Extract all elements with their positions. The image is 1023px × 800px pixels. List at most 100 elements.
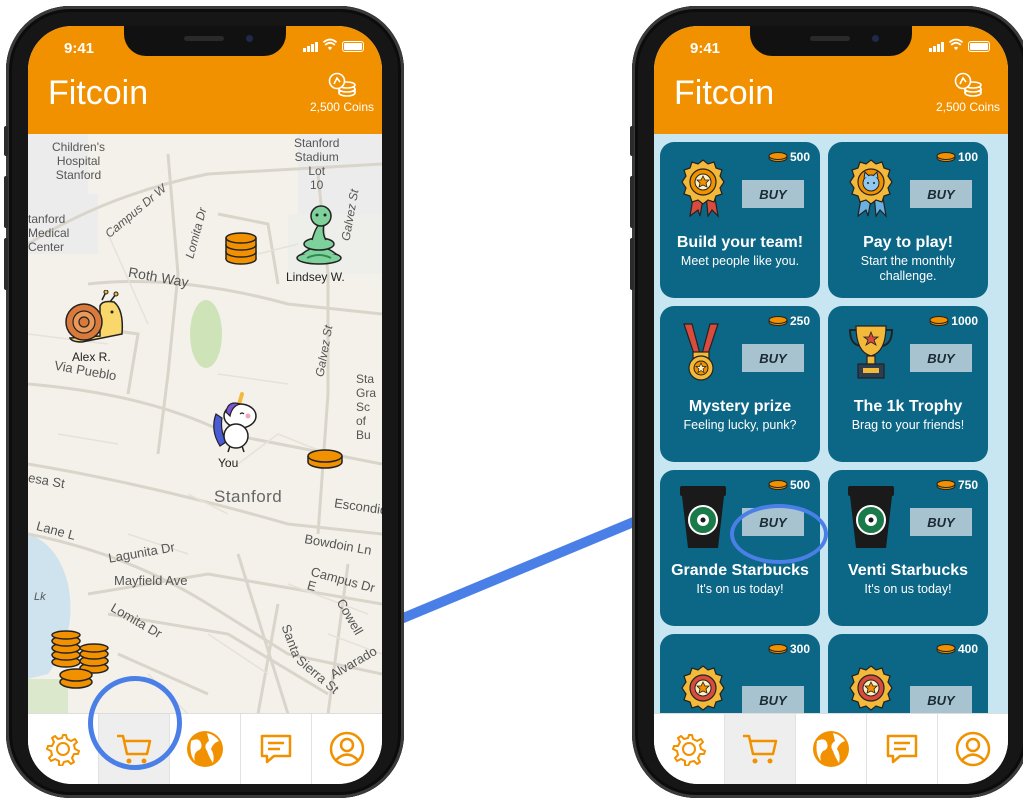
coin-icon: [936, 152, 956, 162]
map-label-childrens-hospital: Children's Hospital Stanford: [52, 140, 105, 182]
status-time: 9:41: [64, 40, 95, 57]
snail-avatar-icon[interactable]: [62, 290, 132, 346]
medal-icon: [683, 323, 719, 381]
signal-icon: [303, 42, 318, 52]
map-label-lake: Lk: [34, 591, 46, 603]
battery-icon: [968, 41, 990, 52]
map-label-medical-center: tanford Medical Center: [28, 212, 70, 254]
item-title: Grande Starbucks: [671, 562, 809, 579]
shop-item-1k-trophy: 1000 BUY The 1k Trophy Brag to your frie…: [828, 306, 988, 462]
shop-screen: 9:41 Fitcoin 2,500 Coins 500 BUY Build y…: [654, 26, 1008, 784]
chat-icon: [886, 734, 918, 764]
coin-pile-icon[interactable]: [50, 630, 112, 690]
buy-button[interactable]: BUY: [742, 344, 804, 372]
coin-icon: [768, 316, 788, 326]
globe-icon: [813, 731, 849, 767]
coin-stack-icon[interactable]: [224, 228, 258, 266]
profile-icon: [329, 731, 365, 767]
coin-icon: [936, 644, 956, 654]
map-screen: 9:41 Fitcoin 2,500 Coins Children's Hosp…: [28, 26, 382, 784]
tab-messages[interactable]: [241, 714, 312, 784]
map-label-school: Sta Gra Sc of Bu: [356, 372, 377, 442]
bottom-nav: [654, 713, 1008, 784]
map-view[interactable]: Children's Hospital Stanford Stanford Stadi…: [28, 134, 382, 714]
item-title: Pay to play!: [863, 234, 953, 251]
user-label-lindsey: Lindsey W.: [286, 270, 345, 284]
coin-balance[interactable]: 2,500 Coins: [936, 72, 1000, 114]
snake-avatar-icon[interactable]: [294, 204, 344, 266]
highlight-ring-cart-tab: [88, 676, 182, 770]
chat-icon: [260, 734, 292, 764]
tab-profile[interactable]: [938, 714, 1008, 784]
trophy-icon: [848, 325, 894, 379]
buy-button[interactable]: BUY: [910, 344, 972, 372]
shop-grid: 500 BUY Build your team! Meet people lik…: [654, 134, 1008, 714]
item-cost: 750: [936, 478, 978, 492]
buy-button[interactable]: BUY: [910, 180, 972, 208]
buy-button[interactable]: BUY: [742, 180, 804, 208]
shop-item-partial: 400 BUY: [828, 634, 988, 714]
item-cost: 400: [936, 642, 978, 656]
item-title: Mystery prize: [688, 398, 792, 415]
user-label-alex: Alex R.: [72, 350, 111, 364]
status-icons: [929, 38, 990, 52]
buy-button[interactable]: BUY: [910, 686, 972, 714]
gear-icon: [672, 734, 706, 766]
coffee-cup-icon: [680, 486, 726, 548]
ribbon-badge-icon: [681, 665, 725, 711]
app-title: Fitcoin: [48, 74, 149, 112]
buy-button[interactable]: BUY: [910, 508, 972, 536]
shop-item-mystery-prize: 250 BUY Mystery prize Feeling lucky, pun…: [660, 306, 820, 462]
item-cost: 1000: [929, 314, 978, 328]
item-subtitle: Brag to your friends!: [851, 418, 965, 432]
coffee-cup-icon: [848, 486, 894, 548]
unicorn-avatar-icon[interactable]: [206, 390, 262, 454]
coin-icon: [768, 152, 788, 162]
status-icons: [303, 38, 364, 52]
item-cost: 250: [768, 314, 810, 328]
tab-messages[interactable]: [867, 714, 938, 784]
map-label-mayfield-ave: Mayfield Ave: [114, 573, 188, 588]
item-subtitle: Meet people like you.: [680, 254, 800, 268]
phone-right: 9:41 Fitcoin 2,500 Coins 500 BUY Build y…: [630, 6, 1023, 798]
cat-badge-icon: [849, 159, 893, 218]
signal-icon: [929, 42, 944, 52]
ribbon-badge-icon: [849, 665, 893, 711]
bottom-nav: [28, 713, 382, 784]
wifi-icon: [323, 38, 337, 51]
cart-icon: [743, 734, 778, 764]
tab-map[interactable]: [796, 714, 867, 784]
coin-icon: [768, 644, 788, 654]
shop-item-pay-to-play: 100 BUY Pay to play! Start the monthly c…: [828, 142, 988, 298]
item-title: Build your team!: [676, 234, 804, 251]
coin-balance[interactable]: 2,500 Coins: [310, 72, 374, 114]
highlight-ring-buy-button: [730, 504, 828, 564]
item-title: The 1k Trophy: [853, 398, 963, 415]
item-cost: 300: [768, 642, 810, 656]
item-title: Venti Starbucks: [847, 562, 969, 579]
item-cost: 500: [768, 150, 810, 164]
tab-shop[interactable]: [725, 714, 796, 784]
ribbon-badge-icon: [681, 159, 725, 218]
coin-icon: [929, 316, 949, 326]
battery-icon: [342, 41, 364, 52]
item-cost: 500: [768, 478, 810, 492]
buy-button[interactable]: BUY: [742, 686, 804, 714]
coin-icon[interactable]: [306, 448, 344, 470]
tab-profile[interactable]: [312, 714, 382, 784]
coin-balance-label: 2,500 Coins: [309, 100, 374, 114]
wifi-icon: [949, 38, 963, 51]
coin-stack-icon: [328, 72, 356, 97]
map-label-stanford: Stanford: [214, 487, 283, 506]
gear-icon: [46, 734, 80, 766]
item-subtitle: It's on us today!: [864, 582, 952, 596]
item-cost: 100: [936, 150, 978, 164]
coin-balance-label: 2,500 Coins: [935, 100, 1000, 114]
map-label-stadium-lot: Stanford Stadium Lot 10: [294, 136, 340, 192]
item-subtitle: Feeling lucky, punk?: [683, 418, 797, 432]
tab-settings[interactable]: [654, 714, 725, 784]
app-title: Fitcoin: [674, 74, 775, 112]
item-subtitle: Start the monthly challenge.: [860, 254, 956, 283]
status-time: 9:41: [690, 40, 721, 57]
globe-icon: [187, 731, 223, 767]
